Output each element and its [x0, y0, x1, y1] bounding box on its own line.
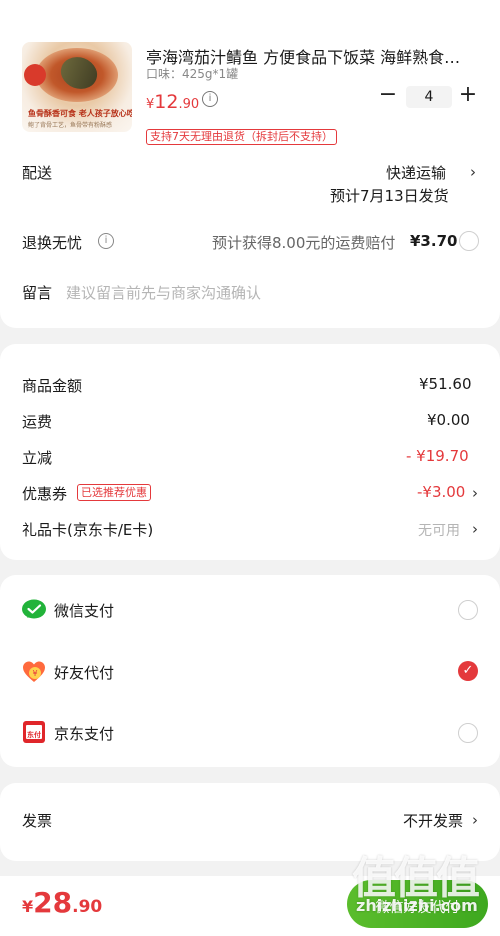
jd-pay-icon-text: 东付 — [27, 731, 41, 739]
quantity-input[interactable]: 4 — [406, 86, 452, 108]
discount-label: 立减 — [22, 449, 53, 467]
tomato-graphic — [24, 64, 46, 86]
wechat-pay-radio[interactable] — [458, 600, 478, 620]
return-insurance-desc: 预计获得8.00元的运费赔付 — [212, 234, 396, 252]
shipping-value: ¥0.00 — [427, 411, 470, 429]
svg-text:¥: ¥ — [32, 669, 37, 678]
invoice-label: 发票 — [22, 812, 53, 830]
giftcard-value[interactable]: 无可用 — [418, 520, 460, 540]
product-price: ¥12.90 — [146, 91, 199, 113]
jd-pay-radio[interactable] — [458, 723, 478, 743]
return-insurance-label: 退换无忧 — [22, 234, 83, 252]
quantity-increase-button[interactable]: + — [458, 84, 478, 106]
coupon-value[interactable]: -¥3.00 — [417, 483, 465, 501]
shipping-label: 运费 — [22, 413, 53, 431]
delivery-label: 配送 — [22, 164, 53, 182]
chevron-right-icon[interactable]: › — [472, 811, 478, 829]
jd-pay-icon: 东付 — [23, 721, 45, 743]
friend-pay-label[interactable]: 好友代付 — [54, 662, 114, 683]
total-currency: ¥ — [22, 897, 34, 916]
return-policy-badge: 支持7天无理由退货（拆封后不支持） — [146, 129, 337, 145]
coupon-label: 优惠券 — [22, 485, 68, 503]
goods-amount-value: ¥51.60 — [419, 375, 472, 393]
image-caption: 鱼骨酥香可食 老人孩子放心吃 — [28, 109, 132, 118]
info-icon[interactable]: i — [202, 91, 218, 107]
coupon-badge: 已选推荐优惠 — [77, 484, 151, 501]
invoice-value[interactable]: 不开发票 — [403, 810, 463, 831]
wechat-pay-label[interactable]: 微信支付 — [54, 600, 114, 621]
return-insurance-price: ¥3.70 — [410, 232, 458, 250]
quantity-decrease-button[interactable]: − — [378, 84, 398, 106]
total-decimal: .90 — [72, 897, 103, 917]
discount-value: - ¥19.70 — [406, 447, 469, 465]
image-subcaption: 鲍了背骨工艺，鱼骨带有粉酥感 — [28, 122, 113, 129]
total-integer: 28 — [33, 886, 73, 919]
chevron-right-icon[interactable]: › — [470, 163, 476, 181]
message-input[interactable]: 建议留言前先与商家沟通确认 — [66, 282, 261, 303]
total-price: ¥28.90 — [22, 886, 102, 919]
info-icon[interactable]: i — [98, 233, 114, 249]
goods-amount-label: 商品金额 — [22, 377, 83, 395]
giftcard-label: 礼品卡(京东卡/E卡) — [22, 521, 154, 539]
jd-pay-label[interactable]: 京东支付 — [54, 723, 114, 744]
friend-pay-icon: ¥ — [22, 660, 46, 684]
price-decimal: .90 — [178, 97, 200, 112]
chevron-right-icon[interactable]: › — [472, 520, 478, 538]
chevron-right-icon[interactable]: › — [472, 484, 478, 502]
friend-pay-radio-checked[interactable]: ✓ — [458, 661, 478, 681]
wechat-pay-icon — [22, 599, 46, 621]
return-insurance-radio[interactable] — [459, 231, 479, 251]
product-image[interactable]: 鱼骨酥香可食 老人孩子放心吃 鲍了背骨工艺，鱼骨带有粉酥感 — [22, 42, 132, 132]
product-spec[interactable]: 口味：425g*1罐 — [146, 65, 238, 82]
delivery-method[interactable]: 快递运输 — [386, 162, 446, 183]
price-integer: 12 — [154, 91, 179, 113]
message-label: 留言 — [22, 284, 53, 302]
delivery-estimate: 预计7月13日发货 — [330, 187, 449, 205]
watermark-url: zhizhizhi.com — [356, 896, 478, 915]
